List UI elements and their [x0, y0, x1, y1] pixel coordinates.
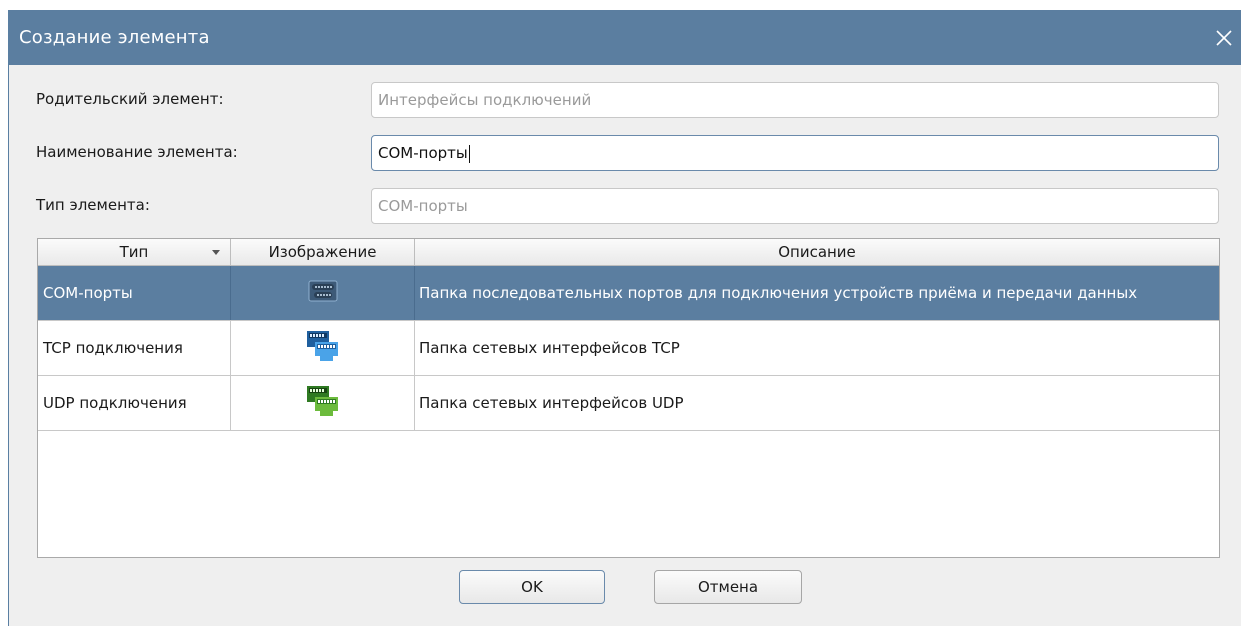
- row-type-cell: TCP подключения: [38, 321, 231, 375]
- column-header-description[interactable]: Описание: [415, 239, 1219, 266]
- dialog-titlebar[interactable]: Создание элемента: [9, 10, 1241, 65]
- parent-element-field: Интерфейсы подключений: [371, 82, 1219, 118]
- row-description-cell: Папка сетевых интерфейсов UDP: [419, 393, 684, 412]
- row-image-cell: [231, 266, 415, 320]
- text-caret: [468, 144, 470, 163]
- row-description-cell: Папка сетевых интерфейсов TCP: [419, 338, 680, 357]
- column-header-description-label: Описание: [778, 243, 856, 261]
- element-type-field: COM-порты: [371, 188, 1219, 224]
- row-image-cell: [231, 321, 415, 375]
- column-header-type[interactable]: Тип: [38, 239, 231, 266]
- row-image-cell: [231, 376, 415, 430]
- column-header-image[interactable]: Изображение: [231, 239, 415, 266]
- create-element-dialog: Создание элемента Родительский элемент: …: [8, 10, 1241, 626]
- table-row[interactable]: UDP подключения Папка сетевых интерфейсо…: [38, 376, 1219, 431]
- element-type-table: Тип Изображение Описание COM-порты Папка…: [37, 238, 1220, 558]
- network-tcp-icon: [306, 330, 340, 366]
- element-name-input[interactable]: COM-порты: [371, 135, 1219, 171]
- row-type-cell: COM-порты: [38, 266, 231, 320]
- element-type-label: Тип элемента:: [36, 196, 150, 214]
- element-name-label: Наименование элемента:: [36, 143, 238, 161]
- close-icon[interactable]: [1212, 26, 1236, 50]
- sort-down-icon: [212, 250, 220, 255]
- element-name-value: COM-порты: [378, 144, 468, 162]
- dialog-title: Создание элемента: [19, 27, 210, 48]
- table-row[interactable]: TCP подключения Папка сетевых интерфейсо…: [38, 321, 1219, 376]
- cancel-button[interactable]: Отмена: [654, 570, 802, 604]
- row-type-cell: UDP подключения: [38, 376, 231, 430]
- parent-element-label: Родительский элемент:: [36, 90, 224, 108]
- table-row[interactable]: COM-порты Папка последовательных портов …: [38, 266, 1219, 321]
- column-header-image-label: Изображение: [268, 243, 377, 261]
- network-udp-icon: [306, 385, 340, 421]
- ok-button[interactable]: OK: [459, 570, 605, 604]
- column-header-type-label: Тип: [119, 243, 149, 261]
- row-description-cell: Папка последовательных портов для подклю…: [419, 283, 1138, 302]
- serial-port-icon: [308, 280, 338, 306]
